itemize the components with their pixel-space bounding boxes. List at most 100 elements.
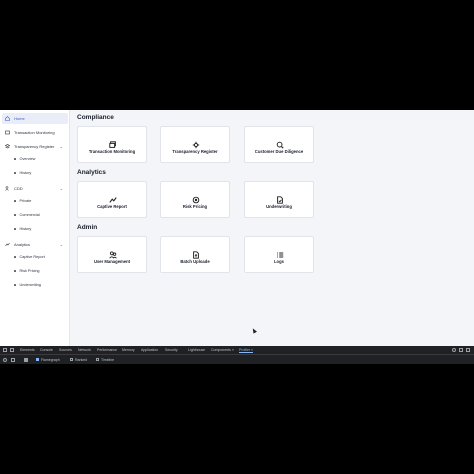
list-icon <box>276 246 284 258</box>
transaction-icon <box>109 136 117 148</box>
sidebar-subitem-label: Overview <box>19 157 36 161</box>
file-upload-icon <box>192 246 200 259</box>
sidebar-item-label: Home <box>14 116 25 121</box>
bullet-icon <box>14 228 16 230</box>
sidebar-item-label: Transparency Register <box>14 144 55 149</box>
bullet-icon <box>14 172 16 174</box>
sidebar-subitem-overview[interactable]: Overview <box>14 157 35 161</box>
users-icon <box>109 246 117 259</box>
card-label: Captive Report <box>97 204 127 209</box>
sidebar-subitem-risk-pricing[interactable]: Risk Pricing <box>14 269 40 273</box>
devtools-tabbar: Elements Console Sources Network Perform… <box>0 346 474 355</box>
chevron-down-icon[interactable]: ⌄ <box>60 186 63 191</box>
section-title-admin: Admin <box>77 224 98 231</box>
sidebar-subitem-label: Underwriting <box>19 283 41 287</box>
sidebar-subitem-commercial[interactable]: Commercial <box>14 213 40 217</box>
devtools-tab-application[interactable]: Application <box>141 348 158 352</box>
chevron-down-icon[interactable]: ⌄ <box>60 242 63 247</box>
tool-label: Timeline <box>101 357 115 362</box>
card-risk-pricing[interactable]: Risk Pricing <box>160 181 230 218</box>
card-customer-due-diligence[interactable]: Customer Due Diligence <box>244 126 314 163</box>
sidebar-subitem-label: Private <box>19 199 32 203</box>
card-label: Batch Uploade <box>180 259 210 264</box>
profiler-tool-flamegraph[interactable]: Flamegraph <box>36 358 60 362</box>
card-label: Transparency Register <box>172 149 218 154</box>
sidebar-item-analytics[interactable]: Analytics ⌄ <box>2 239 68 250</box>
document-check-icon <box>276 191 284 204</box>
devtools-tab-network[interactable]: Network <box>78 348 91 352</box>
sidebar-subitem-captive-report[interactable]: Captive Report <box>14 255 45 259</box>
sidebar-subitem-label: Commercial <box>19 213 40 217</box>
card-logs[interactable]: Logs <box>244 236 314 273</box>
sidebar-item-transparency-register[interactable]: Transparency Register ⌄ <box>2 141 68 152</box>
sidebar-subitem-history[interactable]: History <box>14 171 31 175</box>
device-toggle-icon[interactable] <box>10 348 14 352</box>
search-person-icon <box>276 136 284 149</box>
devtools-tab-performance[interactable]: Performance <box>97 348 117 352</box>
devtools-tab-console[interactable]: Console <box>40 348 53 352</box>
devtools-tab-components[interactable]: Components » <box>211 348 234 352</box>
sidebar-item-label: CDD <box>14 186 23 191</box>
gear-icon[interactable] <box>452 348 456 352</box>
devtools-tab-sources[interactable]: Sources <box>59 348 72 352</box>
sidebar-subitem-underwriting[interactable]: Underwriting <box>14 283 41 287</box>
card-label: User Management <box>93 259 131 264</box>
chart-icon <box>5 242 10 247</box>
bullet-icon <box>14 284 16 286</box>
devtools-panel: Elements Console Sources Network Perform… <box>0 346 474 364</box>
record-icon[interactable] <box>3 357 7 362</box>
sidebar-subitem-private[interactable]: Private <box>14 199 31 203</box>
close-icon[interactable] <box>466 348 470 352</box>
card-label: Customer Due Diligence <box>254 149 304 154</box>
card-batch-upload[interactable]: Batch Uploade <box>160 236 230 273</box>
sidebar-item-label: Analytics <box>14 242 31 247</box>
sidebar-item-transaction-monitoring[interactable]: Transaction Monitoring <box>2 127 68 138</box>
card-label: Underwriting <box>266 204 292 209</box>
tool-label: Flamegraph <box>41 357 60 362</box>
bullet-icon <box>14 256 16 258</box>
devtools-tab-security[interactable]: Security <box>165 348 178 352</box>
timeline-icon <box>96 358 99 361</box>
tool-label: Ranked <box>75 357 88 362</box>
section-title-compliance: Compliance <box>77 114 114 121</box>
sidebar-item-label: Transaction Monitoring <box>14 130 55 135</box>
card-label: Risk Pricing <box>182 204 208 209</box>
network-icon <box>192 136 200 149</box>
sidebar: Home Transaction Monitoring Transparency… <box>0 110 70 346</box>
card-label: Logs <box>273 259 284 264</box>
card-transaction-monitoring[interactable]: Transaction Monitoring <box>77 126 147 163</box>
reload-icon[interactable] <box>11 357 15 362</box>
bullet-icon <box>14 158 16 160</box>
devtools-tab-elements[interactable]: Elements <box>20 348 35 352</box>
download-icon[interactable] <box>24 357 28 362</box>
sidebar-item-home[interactable]: Home <box>2 113 68 124</box>
sidebar-subitem-label: History <box>19 171 32 175</box>
app-window: Home Transaction Monitoring Transparency… <box>0 110 474 346</box>
devtools-tab-lighthouse[interactable]: Lighthouse <box>188 348 205 352</box>
more-options-icon[interactable] <box>459 348 463 352</box>
chevron-down-icon[interactable]: ⌄ <box>60 144 63 149</box>
devtools-tab-memory[interactable]: Memory <box>122 348 135 352</box>
profiler-tool-ranked[interactable]: Ranked <box>70 358 87 362</box>
devtools-tab-profiler[interactable]: Profiler » <box>239 348 254 353</box>
target-icon <box>192 191 200 204</box>
inspect-icon[interactable] <box>3 348 7 352</box>
card-transparency-register[interactable]: Transparency Register <box>160 126 230 163</box>
ranked-icon <box>70 358 73 361</box>
sidebar-subitem-label: History <box>19 227 32 231</box>
sidebar-subitem-label: Risk Pricing <box>19 269 40 273</box>
bullet-icon <box>14 270 16 272</box>
home-icon <box>5 116 10 121</box>
sidebar-item-cdd[interactable]: CDD ⌄ <box>2 183 68 194</box>
layers-icon <box>5 144 10 149</box>
profiler-tool-timeline[interactable]: Timeline <box>96 358 114 362</box>
bullet-icon <box>14 200 16 202</box>
card-icon <box>5 130 10 135</box>
card-user-management[interactable]: User Management <box>77 236 147 273</box>
card-underwriting[interactable]: Underwriting <box>244 181 314 218</box>
people-icon <box>5 186 10 191</box>
sidebar-subitem-label: Captive Report <box>19 255 45 259</box>
sidebar-subitem-cdd-history[interactable]: History <box>14 227 31 231</box>
card-captive-report[interactable]: Captive Report <box>77 181 147 218</box>
flamegraph-icon <box>36 358 39 361</box>
